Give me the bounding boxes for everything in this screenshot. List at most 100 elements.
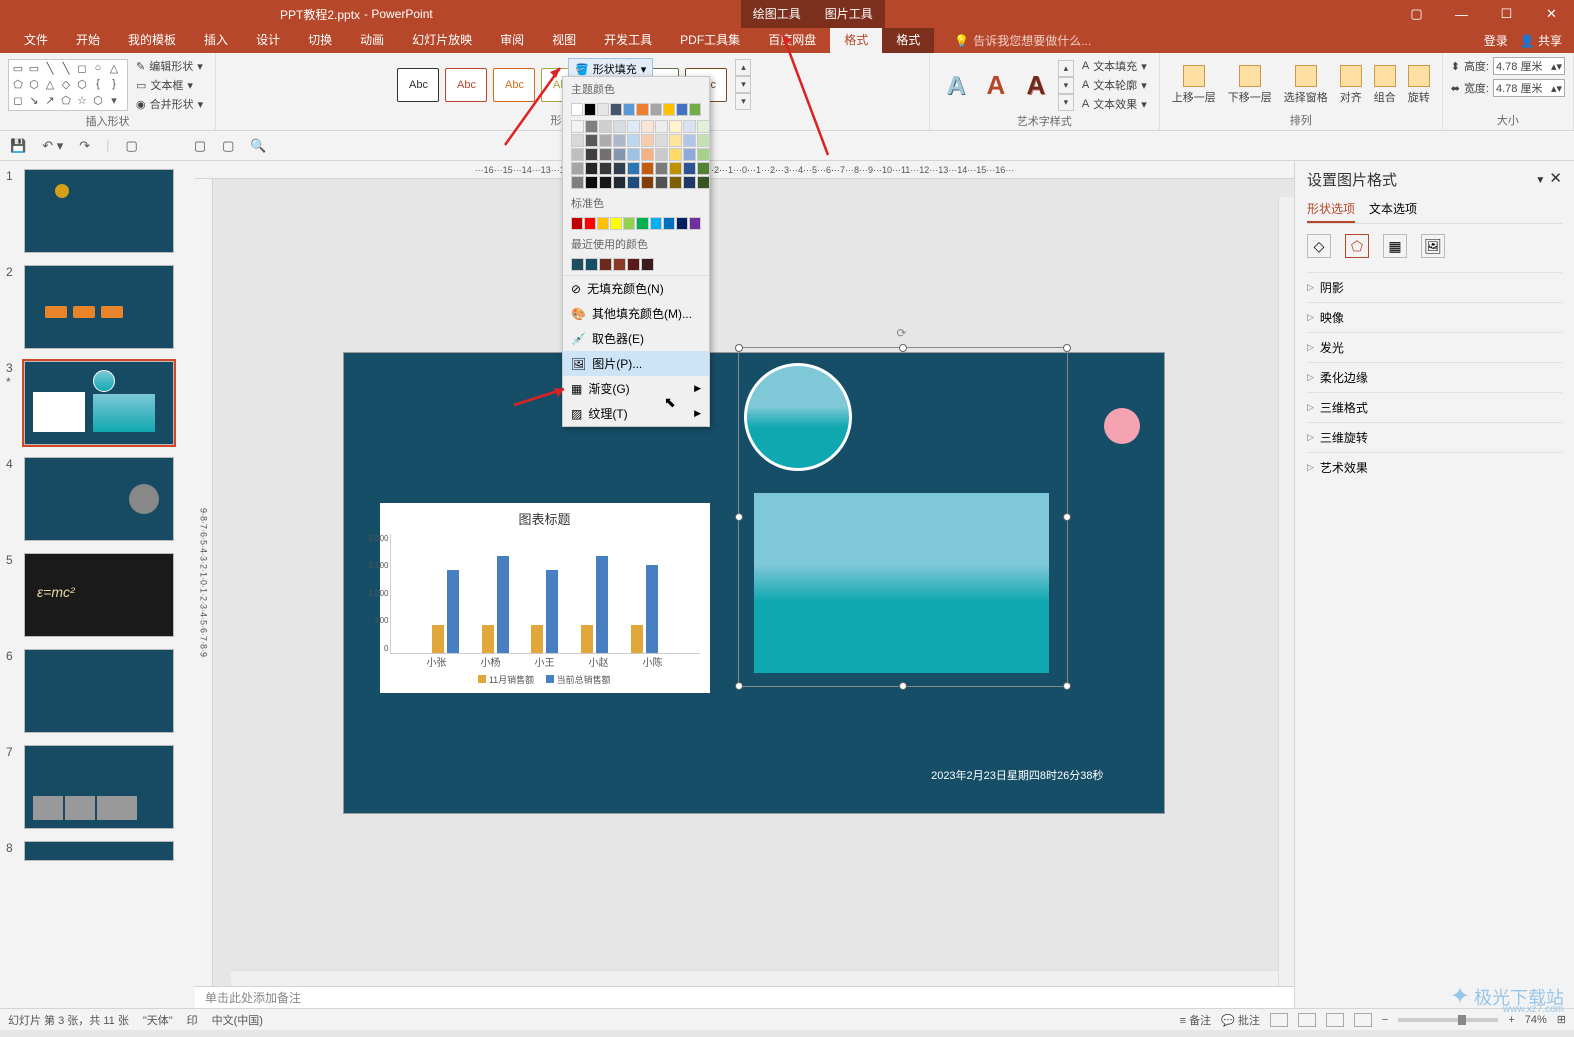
tab-devtools[interactable]: 开发工具	[590, 28, 666, 53]
resize-handle[interactable]	[899, 682, 907, 690]
color-swatch[interactable]	[663, 103, 675, 116]
width-input[interactable]: 4.78 厘米▴▾	[1493, 79, 1565, 97]
zoom-in-button[interactable]: +	[1508, 1014, 1514, 1026]
gallery-more[interactable]: ▾	[735, 93, 751, 110]
height-input[interactable]: 4.78 厘米▴▾	[1493, 57, 1565, 75]
slide-thumbnail[interactable]: ε=mc²	[24, 553, 174, 637]
align-button[interactable]: 对齐	[1336, 63, 1366, 107]
selection-pane-button[interactable]: 选择窗格	[1280, 63, 1332, 107]
slide-thumbnail-current[interactable]	[24, 361, 174, 445]
picture-fill-menuitem[interactable]: 🖼图片(P)...	[563, 351, 709, 376]
color-swatch[interactable]	[571, 103, 583, 116]
tab-format-drawing[interactable]: 格式	[830, 28, 882, 53]
notes-pane[interactable]: 单击此处添加备注	[195, 986, 1294, 1008]
tab-mytemplate[interactable]: 我的模板	[114, 28, 190, 53]
redo-button[interactable]: ↷	[79, 138, 90, 154]
resize-handle[interactable]	[1063, 682, 1071, 690]
gradient-menuitem[interactable]: ▦渐变(G)▶	[563, 376, 709, 401]
resize-handle[interactable]	[735, 513, 743, 521]
qat-icon[interactable]: ▢	[222, 138, 234, 154]
tab-animations[interactable]: 动画	[346, 28, 398, 53]
color-swatch[interactable]	[623, 103, 635, 116]
resize-handle[interactable]	[1063, 513, 1071, 521]
style-preset[interactable]: Abc	[397, 68, 439, 102]
qat-icon[interactable]: ▢	[194, 138, 206, 154]
fit-to-window-button[interactable]: ⊞	[1557, 1013, 1566, 1026]
tab-slideshow[interactable]: 幻灯片放映	[398, 28, 486, 53]
notes-toggle[interactable]: ≡ 备注	[1180, 1012, 1211, 1028]
group-button[interactable]: 组合	[1370, 63, 1400, 107]
color-swatch[interactable]	[584, 103, 596, 116]
sorter-view-button[interactable]	[1298, 1013, 1316, 1027]
slide-thumbnail[interactable]	[24, 841, 174, 861]
chart[interactable]: 图表标题 2,0001,5001,0005000 小张小杨小王小赵小陈 11月销…	[380, 503, 710, 693]
resize-handle[interactable]	[735, 344, 743, 352]
undo-button[interactable]: ↶ ▾	[42, 138, 63, 154]
color-swatch[interactable]	[597, 103, 609, 116]
eyedropper-menuitem[interactable]: 💉取色器(E)	[563, 326, 709, 351]
edit-shape-button[interactable]: ✎ 编辑形状 ▾	[132, 57, 207, 75]
login-link[interactable]: 登录	[1484, 32, 1508, 49]
language-status[interactable]: 中文(中国)	[212, 1012, 263, 1028]
selection-box[interactable]: ⟳	[738, 347, 1068, 687]
minimize-button[interactable]: —	[1439, 0, 1484, 28]
slideshow-view-button[interactable]	[1354, 1013, 1372, 1027]
merge-shapes-button[interactable]: ◉ 合并形状 ▾	[132, 95, 207, 113]
slide-thumbnail[interactable]	[24, 265, 174, 349]
tab-design[interactable]: 设计	[242, 28, 294, 53]
color-swatch[interactable]	[650, 103, 662, 116]
normal-view-button[interactable]	[1270, 1013, 1288, 1027]
reflection-section[interactable]: ▷映像	[1307, 302, 1562, 332]
comments-toggle[interactable]: 💬 批注	[1221, 1012, 1260, 1028]
color-swatch[interactable]	[636, 103, 648, 116]
tab-home[interactable]: 开始	[62, 28, 114, 53]
slide-counter[interactable]: 幻灯片 第 3 张，共 11 张	[8, 1012, 129, 1028]
start-from-beginning-icon[interactable]: ▢	[126, 138, 138, 154]
tell-me[interactable]: 💡告诉我您想要做什么...	[954, 32, 1091, 49]
zoom-out-button[interactable]: −	[1382, 1014, 1388, 1026]
resize-handle[interactable]	[735, 682, 743, 690]
horizontal-scrollbar[interactable]	[231, 970, 1278, 986]
texture-menuitem[interactable]: ▨纹理(T)▶	[563, 401, 709, 426]
share-button[interactable]: 👤 共享	[1520, 32, 1562, 49]
color-swatch[interactable]	[676, 103, 688, 116]
3d-rotation-section[interactable]: ▷三维旋转	[1307, 422, 1562, 452]
tab-view[interactable]: 视图	[538, 28, 590, 53]
gallery-down[interactable]: ▾	[735, 76, 751, 93]
slide[interactable]: 图表标题 2,0001,5001,0005000 小张小杨小王小赵小陈 11月销…	[344, 353, 1164, 813]
tab-format-picture[interactable]: 格式	[882, 28, 934, 53]
3d-format-section[interactable]: ▷三维格式	[1307, 392, 1562, 422]
more-fill-colors-menuitem[interactable]: 🎨其他填充颜色(M)...	[563, 301, 709, 326]
shadow-section[interactable]: ▷阴影	[1307, 272, 1562, 302]
fill-line-icon[interactable]: ◇	[1307, 234, 1331, 258]
pink-circle-shape[interactable]	[1104, 408, 1140, 444]
text-effects-button[interactable]: A 文本效果 ▾	[1078, 95, 1151, 113]
pane-dropdown-icon[interactable]: ▼	[1535, 175, 1545, 186]
qat-icon[interactable]: 🔍	[250, 138, 266, 154]
tab-insert[interactable]: 插入	[190, 28, 242, 53]
save-icon[interactable]: 💾	[10, 138, 26, 154]
accessibility-status[interactable]: 印	[187, 1012, 198, 1028]
shape-options-tab[interactable]: 形状选项	[1307, 196, 1355, 223]
tab-review[interactable]: 审阅	[486, 28, 538, 53]
style-preset[interactable]: Abc	[445, 68, 487, 102]
shapes-gallery[interactable]: ▭▭╲╲◻○△ ⬠⬡△◇⬡{} ◻↘↗⬠☆⬡▾	[8, 59, 128, 111]
context-tab-drawing-tools[interactable]: 绘图工具	[741, 0, 813, 28]
rotation-handle[interactable]: ⟳	[897, 326, 907, 340]
tab-pdftools[interactable]: PDF工具集	[666, 28, 754, 53]
style-preset[interactable]: Abc	[493, 68, 535, 102]
slide-thumbnail[interactable]	[24, 457, 174, 541]
color-swatch[interactable]	[610, 103, 622, 116]
maximize-button[interactable]: ☐	[1484, 0, 1529, 28]
reading-view-button[interactable]	[1326, 1013, 1344, 1027]
rotate-button[interactable]: 旋转	[1404, 63, 1434, 107]
gallery-up[interactable]: ▴	[735, 59, 751, 76]
no-fill-menuitem[interactable]: ⊘无填充颜色(N)	[563, 276, 709, 301]
effects-icon[interactable]: ⬠	[1345, 234, 1369, 258]
artistic-effects-section[interactable]: ▷艺术效果	[1307, 452, 1562, 482]
color-swatch[interactable]	[689, 103, 701, 116]
tab-file[interactable]: 文件	[10, 28, 62, 53]
vertical-scrollbar[interactable]	[1278, 197, 1294, 986]
text-fill-button[interactable]: A 文本填充 ▾	[1078, 57, 1151, 75]
bring-forward-button[interactable]: 上移一层	[1168, 63, 1220, 107]
